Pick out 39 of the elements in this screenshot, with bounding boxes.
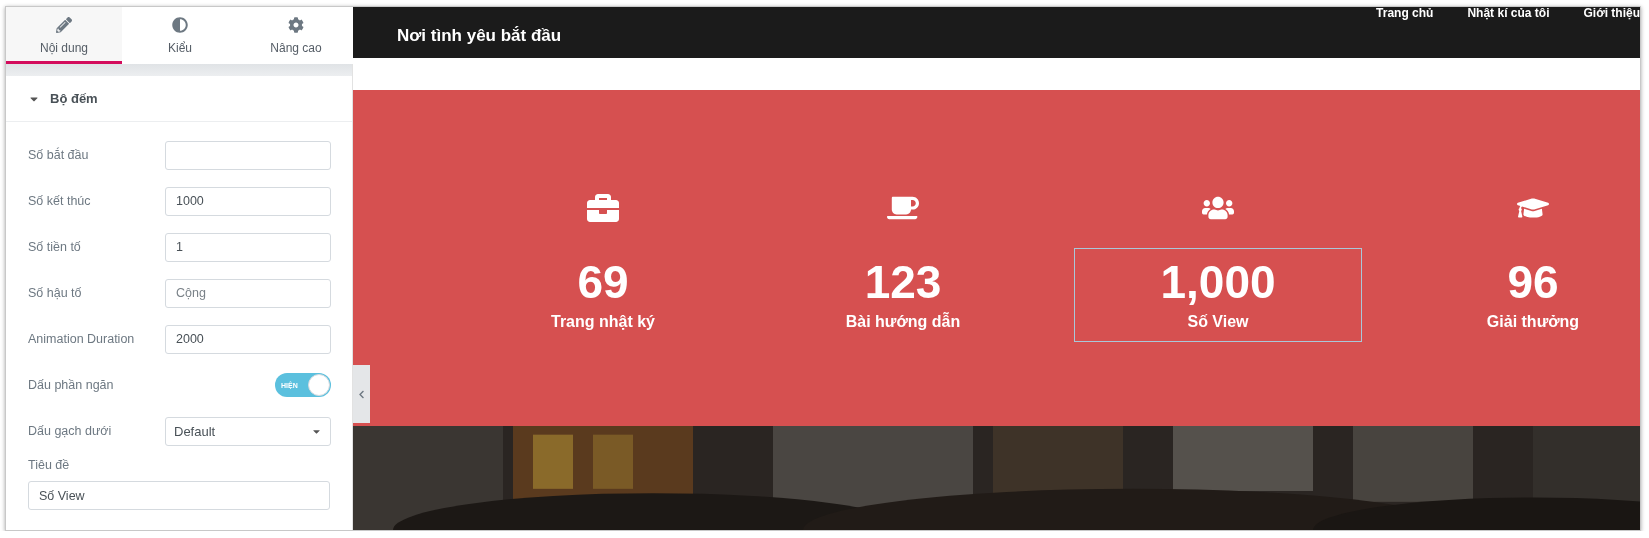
input-field[interactable]: 1 (165, 232, 331, 262)
counter-widget[interactable]: 69 Trang nhật ký (459, 248, 747, 342)
counter-number: 96 (1507, 259, 1559, 305)
counter-number: 69 (577, 259, 629, 305)
select-field[interactable]: Default (165, 416, 331, 446)
field-label: Số bắt đầu (28, 148, 89, 162)
counter-label: Trang nhật ký (551, 313, 655, 331)
counter-widget[interactable]: 123 Bài hướng dẫn (759, 248, 1047, 342)
field-label: Số hậu tố (28, 286, 82, 300)
field-label: Dấu gạch dưới (28, 424, 112, 438)
counter-label: Số View (1187, 313, 1249, 331)
counter-number: 1,000 (1160, 259, 1276, 305)
briefcase-icon (587, 192, 619, 224)
site-title: Nơi tình yêu bắt đầu (397, 24, 562, 46)
field-label: Số kết thúc (28, 194, 91, 208)
input-field[interactable]: Cộng (165, 278, 331, 308)
pencil-icon (56, 17, 72, 33)
nav-link[interactable]: Nhật kí của tôi (1467, 7, 1550, 20)
input-field[interactable]: 2000 (165, 324, 331, 354)
field-label: Dấu phần ngăn (28, 378, 114, 392)
input-field[interactable]: 1000 (165, 186, 331, 216)
chevron-left-icon (357, 389, 366, 399)
field-label: Số tiền tố (28, 240, 81, 254)
counter-widget[interactable]: 1,000 Số View (1074, 248, 1362, 342)
counter-widget[interactable]: 96 Giải thưởng (1389, 248, 1640, 342)
section-header[interactable]: Bộ đếm (6, 76, 352, 122)
counter-number: 123 (864, 259, 942, 305)
counter-label: Giải thưởng (1486, 313, 1580, 331)
settings-icon (288, 17, 304, 33)
nav-link[interactable]: Trang chủ (1376, 7, 1434, 20)
panel-tab[interactable]: Nội dung (6, 7, 122, 64)
input-field[interactable] (165, 140, 331, 170)
section-title: Bộ đếm (50, 91, 98, 106)
collapse-panel-button[interactable] (353, 365, 370, 423)
counter-label: Bài hướng dẫn (845, 313, 961, 331)
field-label: Animation Duration (28, 332, 135, 346)
field-label: Tiêu đề (28, 458, 71, 472)
nav-link[interactable]: Giới thiệu (1583, 7, 1640, 20)
input-field[interactable]: Số View (28, 481, 330, 510)
